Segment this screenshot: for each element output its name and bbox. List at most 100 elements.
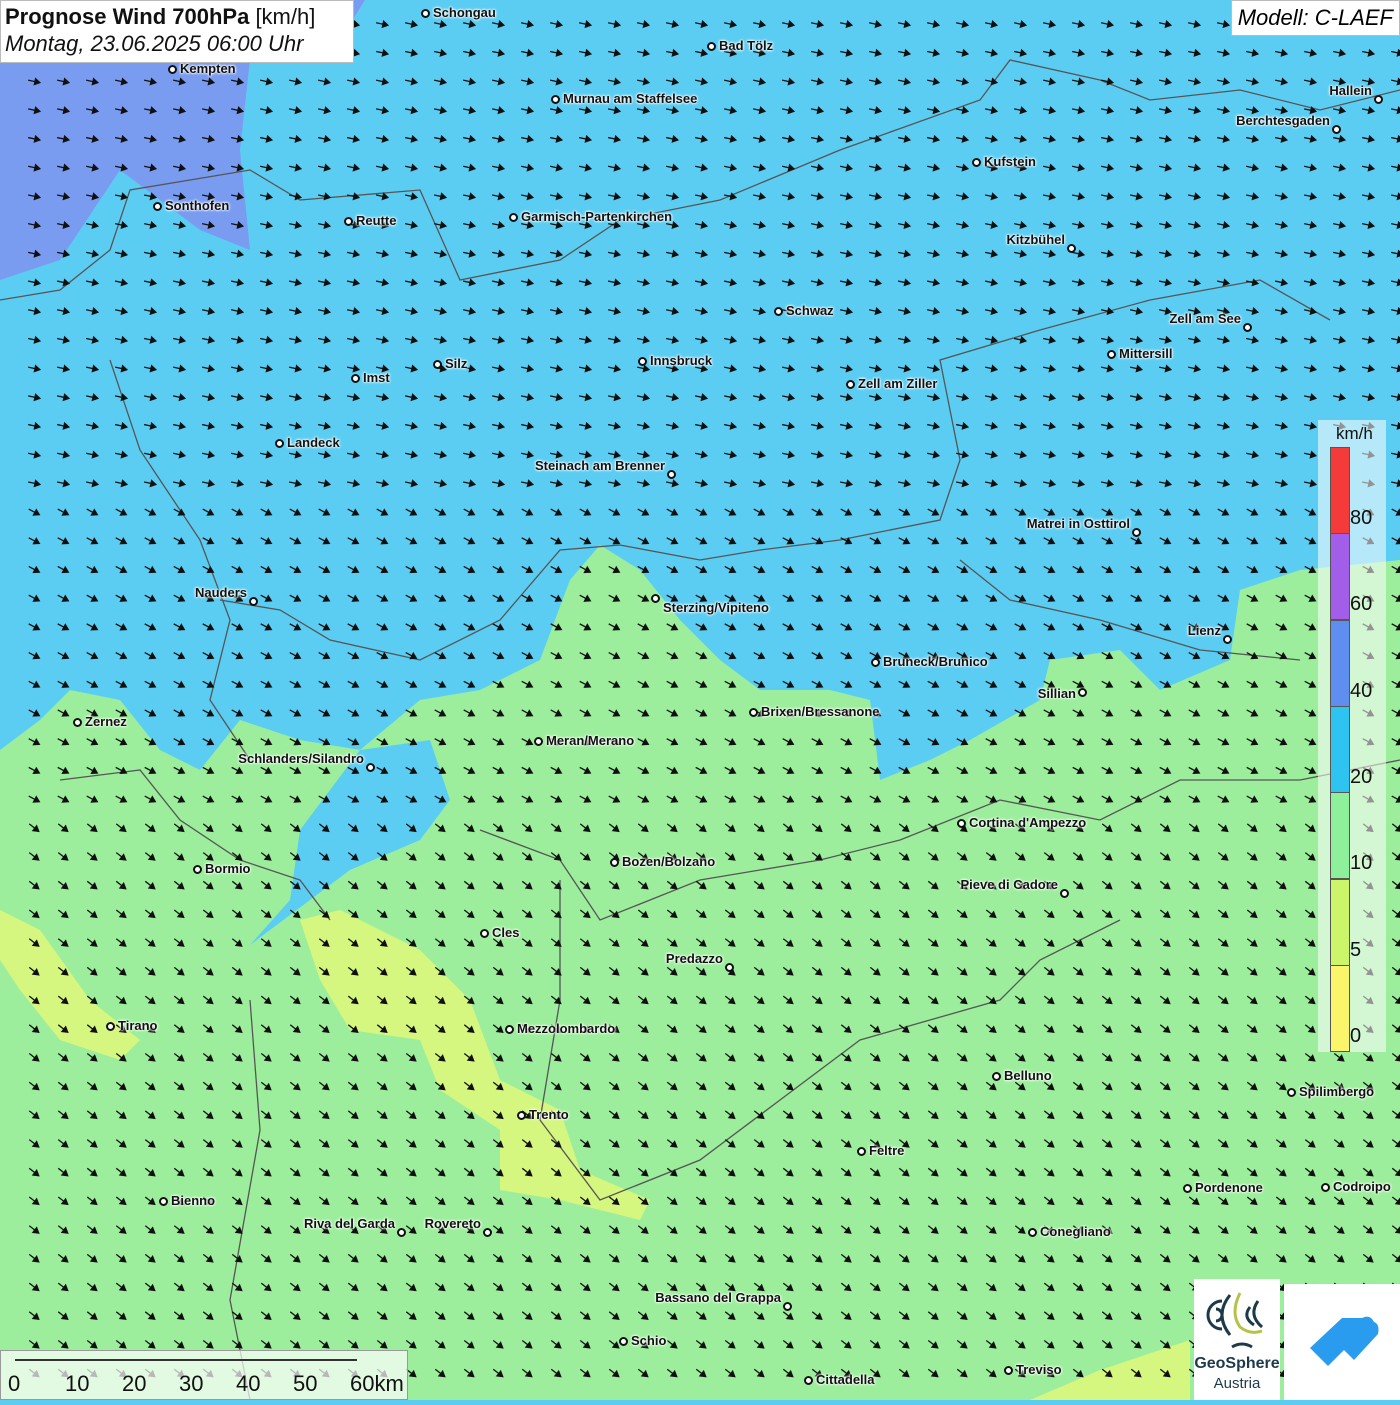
- city-marker[interactable]: [971, 157, 981, 167]
- city-marker[interactable]: [609, 857, 619, 867]
- city-marker[interactable]: [845, 379, 855, 389]
- wind-arrow: [317, 163, 332, 172]
- wind-arrow: [1158, 393, 1173, 402]
- city-marker[interactable]: [803, 1375, 813, 1385]
- wind-arrow: [665, 249, 680, 258]
- wind-arrow: [1361, 163, 1376, 172]
- city-marker[interactable]: [432, 359, 442, 369]
- city-marker[interactable]: [1242, 322, 1252, 332]
- wind-arrow: [723, 278, 738, 287]
- city-marker[interactable]: [504, 1024, 514, 1034]
- city-marker[interactable]: [1003, 1365, 1013, 1375]
- wind-arrow: [984, 106, 999, 115]
- city-marker[interactable]: [482, 1227, 492, 1237]
- geosphere-austria-logo[interactable]: GeoSphere Austria: [1194, 1279, 1280, 1400]
- wind-arrow: [491, 77, 506, 86]
- wind-arrow: [491, 220, 506, 230]
- city-marker[interactable]: [1320, 1182, 1330, 1192]
- city-marker[interactable]: [618, 1336, 628, 1346]
- city-marker[interactable]: [365, 762, 375, 772]
- city-label: Rovereto: [424, 1216, 481, 1231]
- wind-arrow: [1390, 249, 1400, 258]
- city-marker[interactable]: [724, 962, 734, 972]
- city-label: Lienz: [1187, 623, 1221, 638]
- wind-arrow: [404, 335, 419, 344]
- wind-arrow: [1042, 249, 1057, 258]
- partner-logo[interactable]: [1284, 1284, 1400, 1400]
- city-marker[interactable]: [479, 928, 489, 938]
- city-marker[interactable]: [650, 593, 660, 603]
- city-marker[interactable]: [1131, 527, 1141, 537]
- wind-arrow: [1390, 307, 1400, 316]
- wind-arrow: [115, 508, 128, 516]
- wind-arrow: [86, 537, 99, 545]
- city-label: Schongau: [433, 5, 496, 20]
- city-marker[interactable]: [1182, 1183, 1192, 1193]
- city-marker[interactable]: [748, 707, 758, 717]
- wind-arrow: [1100, 393, 1115, 402]
- wind-arrow: [1303, 364, 1318, 373]
- wind-arrow: [607, 307, 622, 316]
- city-marker[interactable]: [343, 216, 353, 226]
- wind-arrow: [550, 508, 563, 516]
- city-marker[interactable]: [706, 41, 716, 51]
- city-marker[interactable]: [72, 717, 82, 727]
- wind-arrow: [143, 421, 158, 430]
- wind-arrow: [172, 278, 187, 287]
- city-marker[interactable]: [666, 469, 676, 479]
- wind-arrow: [927, 565, 940, 574]
- city-marker[interactable]: [1077, 687, 1087, 697]
- wind-arrow: [927, 738, 940, 746]
- wind-arrow: [492, 651, 505, 660]
- city-marker[interactable]: [396, 1227, 406, 1237]
- wind-arrow: [259, 192, 274, 201]
- city-marker[interactable]: [167, 64, 177, 74]
- city-marker[interactable]: [1286, 1087, 1296, 1097]
- wind-arrow: [144, 680, 157, 688]
- city-marker[interactable]: [1222, 634, 1232, 644]
- wind-arrow: [897, 249, 912, 258]
- city-marker[interactable]: [274, 438, 284, 448]
- city-marker[interactable]: [1331, 124, 1341, 134]
- city-marker[interactable]: [1066, 243, 1076, 253]
- city-marker[interactable]: [956, 818, 966, 828]
- wind-arrow: [173, 709, 186, 717]
- city-marker[interactable]: [1027, 1227, 1037, 1237]
- city-marker[interactable]: [870, 657, 880, 667]
- city-marker[interactable]: [158, 1196, 168, 1206]
- wind-arrow: [491, 48, 506, 57]
- city-marker[interactable]: [782, 1301, 792, 1311]
- city-marker[interactable]: [991, 1071, 1001, 1081]
- wind-arrow: [665, 163, 680, 172]
- city-marker[interactable]: [105, 1021, 115, 1031]
- wind-arrow: [1275, 537, 1288, 545]
- city-marker[interactable]: [248, 596, 258, 606]
- city-marker[interactable]: [773, 306, 783, 316]
- wind-arrow: [317, 479, 332, 488]
- wind-arrow: [173, 738, 186, 746]
- wind-arrow: [201, 364, 216, 373]
- city-marker[interactable]: [516, 1110, 526, 1120]
- wind-arrow: [521, 651, 534, 660]
- city-marker[interactable]: [856, 1146, 866, 1156]
- city-marker[interactable]: [1106, 349, 1116, 359]
- wind-arrow: [462, 450, 477, 459]
- city-marker[interactable]: [152, 201, 162, 211]
- wind-arrow: [897, 479, 912, 488]
- wind-arrow: [433, 163, 448, 172]
- city-marker[interactable]: [192, 864, 202, 874]
- wind-arrow: [578, 421, 593, 430]
- wind-arrow: [781, 450, 796, 459]
- wind-arrow: [375, 249, 390, 258]
- city-marker[interactable]: [533, 736, 543, 746]
- wind-arrow: [549, 479, 564, 488]
- city-marker[interactable]: [1059, 888, 1069, 898]
- city-marker[interactable]: [350, 373, 360, 383]
- city-marker[interactable]: [508, 212, 518, 222]
- city-marker[interactable]: [637, 356, 647, 366]
- wind-arrow: [173, 651, 186, 660]
- city-marker[interactable]: [420, 8, 430, 18]
- wind-arrow: [839, 393, 854, 402]
- city-marker[interactable]: [550, 94, 560, 104]
- city-marker[interactable]: [1373, 94, 1383, 104]
